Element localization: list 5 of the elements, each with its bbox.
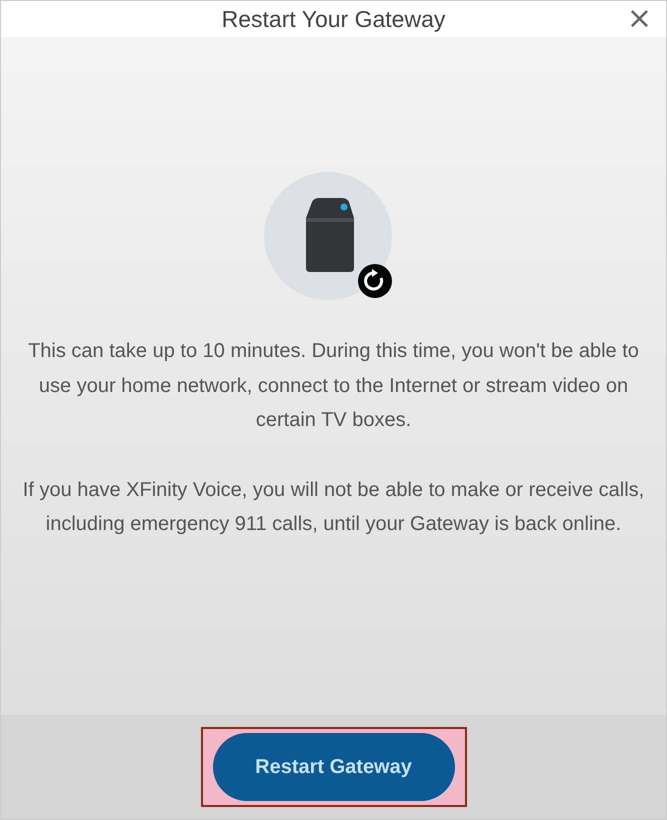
restart-button[interactable]: Restart Gateway — [212, 733, 454, 801]
info-paragraph: If you have XFinity Voice, you will not be able to make or receive calls, including emergency 911 calls, until your Gateway is back online. — [22, 478, 646, 537]
dialog-title: Restart Your Gateway — [222, 6, 446, 32]
info-paragraph: This can take up to 10 minutes. During this time, you won't be able to use your home network, connect to the Internet or stream video on certain TV boxes. — [27, 339, 640, 433]
close-button[interactable]: × — [622, 3, 656, 35]
